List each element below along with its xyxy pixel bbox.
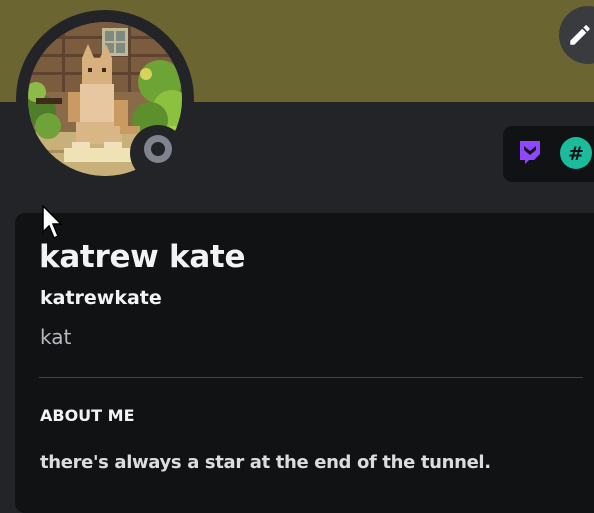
about-me-heading: ABOUT ME — [40, 406, 135, 425]
mouse-cursor-icon — [42, 205, 63, 240]
pencil-icon — [570, 25, 590, 45]
hashtag-icon[interactable]: # — [560, 137, 592, 169]
username[interactable]: katrewkate — [40, 287, 162, 309]
twitch-icon[interactable] — [514, 137, 546, 169]
display-name: katrew kate — [39, 239, 246, 275]
divider — [39, 377, 583, 378]
pronouns: kat — [40, 325, 72, 349]
svg-text:#: # — [568, 143, 584, 165]
status-offline-icon — [144, 135, 172, 163]
about-me-text: there's always a star at the end of the … — [40, 452, 491, 473]
